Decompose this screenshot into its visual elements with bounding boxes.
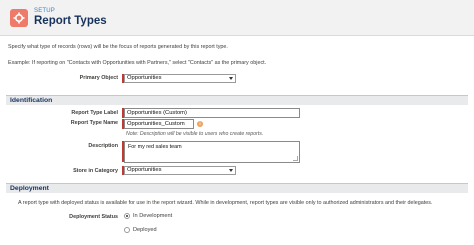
report-type-label-label: Report Type Label — [71, 110, 118, 116]
store-in-category-value: Opportunities — [127, 167, 162, 173]
deployment-description: A report type with deployed status is av… — [18, 200, 433, 206]
radio-deployed-label: Deployed — [133, 227, 157, 233]
report-type-name-input[interactable]: Opportunities_Custom — [124, 119, 194, 129]
resize-handle-icon[interactable] — [293, 156, 298, 161]
page-title: Report Types — [34, 15, 107, 27]
description-note: Note: Description will be visible to use… — [126, 131, 264, 137]
deployment-section-header: Deployment — [6, 183, 468, 193]
deployment-heading: Deployment — [10, 185, 49, 192]
radio-in-development-label: In Development — [133, 213, 173, 219]
chevron-down-icon — [229, 169, 233, 172]
radio-in-development[interactable] — [124, 213, 130, 219]
description-textarea[interactable]: For my red sales team — [124, 141, 300, 163]
page-header: SETUP Report Types — [0, 0, 474, 36]
identification-section-header: Identification — [6, 95, 468, 105]
identification-heading: Identification — [10, 97, 53, 104]
setup-gear-icon — [10, 9, 28, 27]
store-in-category-label: Store in Category — [73, 168, 118, 174]
radio-deployed[interactable] — [124, 227, 130, 233]
primary-object-select[interactable]: Opportunities — [124, 74, 236, 83]
primary-object-value: Opportunities — [127, 75, 162, 81]
primary-object-label: Primary Object — [79, 75, 118, 81]
description-label: Description — [88, 143, 118, 149]
store-in-category-select[interactable]: Opportunities — [124, 166, 236, 175]
report-type-label-input[interactable]: Opportunities (Custom) — [124, 108, 300, 118]
description-value: For my red sales team — [128, 144, 182, 150]
deployment-status-label: Deployment Status — [69, 214, 118, 220]
report-type-name-label: Report Type Name — [70, 120, 118, 126]
example-text: Example: If reporting on "Contacts with … — [8, 60, 267, 66]
info-icon[interactable]: i — [197, 121, 203, 127]
chevron-down-icon — [229, 77, 233, 80]
header-eyebrow: SETUP — [34, 8, 56, 14]
intro-text: Specify what type of records (rows) will… — [8, 44, 228, 50]
